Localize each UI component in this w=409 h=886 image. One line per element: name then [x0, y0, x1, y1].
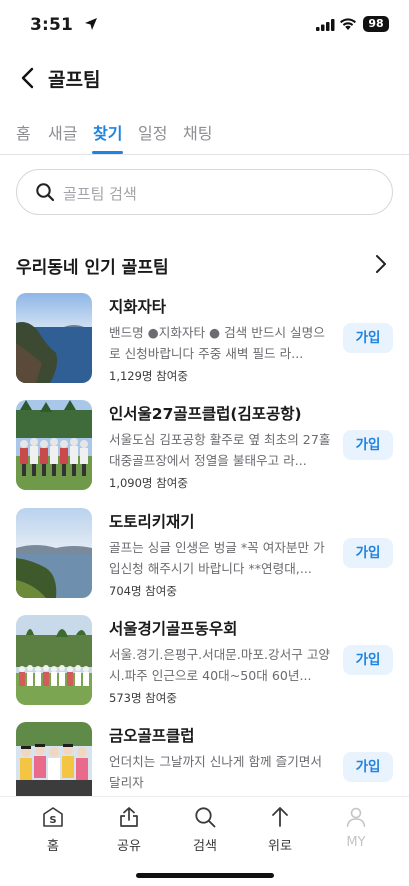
search-icon — [195, 807, 216, 828]
search-icon — [36, 183, 55, 202]
join-button[interactable]: 가입 — [343, 645, 393, 675]
home-s-icon: S — [43, 807, 63, 827]
club-description: 언더치는 그날까지 신나게 함께 즐기면서 달리자 — [109, 754, 322, 790]
cellular-signal-icon — [316, 19, 335, 31]
search-input[interactable]: 골프팀 검색 — [16, 169, 393, 215]
nav-scroll-top[interactable]: 위로 — [250, 805, 310, 854]
club-thumbnail — [16, 508, 92, 598]
nav-my-label: MY — [346, 835, 366, 850]
club-name: 인서울27골프클럽(김포공항) — [109, 405, 302, 423]
nav-home[interactable]: S 홈 — [23, 805, 83, 854]
search-placeholder: 골프팀 검색 — [63, 185, 137, 203]
tab-schedule[interactable]: 일정 — [138, 120, 167, 154]
nav-search-label: 검색 — [193, 839, 217, 854]
club-name: 금오골프클럽 — [109, 727, 195, 745]
location-arrow-icon — [85, 18, 97, 30]
club-item[interactable]: 인서울27골프클럽(김포공항) 서울도심 김포공항 활주로 옆 최초의 27홀 … — [0, 399, 409, 499]
club-thumbnail — [16, 293, 92, 383]
club-description: 서울.경기.은평구.서대문.마포.강서구 고양시.파주 인근으로 40대~50대… — [109, 647, 330, 683]
tab-home[interactable]: 홈 — [16, 120, 31, 154]
tab-find[interactable]: 찾기 — [91, 120, 124, 154]
member-count: 1,090명 참여중 — [109, 476, 188, 490]
join-button[interactable]: 가입 — [343, 752, 393, 782]
arrow-up-icon — [272, 807, 288, 827]
nav-share[interactable]: 공유 — [99, 805, 159, 854]
join-button[interactable]: 가입 — [343, 323, 393, 353]
member-count: 573명 참여중 — [109, 691, 177, 705]
club-item[interactable]: 도토리키재기 골프는 싱글 인생은 벙글 *꼭 여자분만 가입신청 해주시기 바… — [0, 507, 409, 607]
club-name: 지화자타 — [109, 298, 167, 316]
battery-indicator: 98 — [363, 16, 389, 32]
nav-scroll-top-label: 위로 — [268, 839, 292, 854]
club-description: 서울도심 김포공항 활주로 옆 최초의 27홀 대중골프장에서 정열을 불태우고… — [109, 432, 331, 468]
status-time: 3:51 — [30, 15, 74, 35]
chevron-right-icon[interactable] — [375, 254, 387, 274]
status-bar: 3:51 98 — [0, 0, 409, 48]
home-indicator — [136, 873, 274, 878]
nav-search[interactable]: 검색 — [175, 805, 235, 854]
club-item[interactable]: 지화자타 밴드명 ●지화자타 ● 검색 반드시 실명으로 신청바랍니다 주중 새… — [0, 292, 409, 392]
header: 골프팀 — [0, 56, 409, 100]
club-item[interactable]: 서울경기골프동우회 서울.경기.은평구.서대문.마포.강서구 고양시.파주 인근… — [0, 614, 409, 714]
nav-share-label: 공유 — [117, 839, 141, 854]
section-title: 우리동네 인기 골프팀 — [16, 258, 169, 278]
nav-home-label: 홈 — [47, 839, 59, 854]
join-button[interactable]: 가입 — [343, 538, 393, 568]
nav-my[interactable]: MY — [326, 805, 386, 850]
back-arrow-icon[interactable] — [14, 64, 42, 92]
section-header[interactable]: 우리동네 인기 골프팀 — [16, 250, 393, 280]
share-icon — [120, 807, 138, 827]
tab-new-posts[interactable]: 새글 — [48, 120, 77, 154]
club-name: 서울경기골프동우회 — [109, 620, 238, 638]
tab-chat[interactable]: 채팅 — [183, 120, 212, 154]
club-name: 도토리키재기 — [109, 513, 195, 531]
tab-bar: 홈 새글 찾기 일정 채팅 — [0, 112, 409, 155]
page-title: 골프팀 — [48, 69, 101, 91]
club-description: 골프는 싱글 인생은 벙글 *꼭 여자분만 가입신청 해주시기 바랍니다 **연… — [109, 540, 325, 576]
person-icon — [346, 807, 366, 827]
member-count: 1,129명 참여중 — [109, 369, 188, 383]
wifi-icon — [340, 18, 356, 30]
club-description: 밴드명 ●지화자타 ● 검색 반드시 실명으로 신청바랍니다 주중 새벽 필드 … — [109, 325, 325, 361]
member-count: 704명 참여중 — [109, 584, 177, 598]
club-thumbnail — [16, 615, 92, 705]
svg-text:S: S — [49, 815, 56, 826]
club-thumbnail — [16, 400, 92, 490]
join-button[interactable]: 가입 — [343, 430, 393, 460]
